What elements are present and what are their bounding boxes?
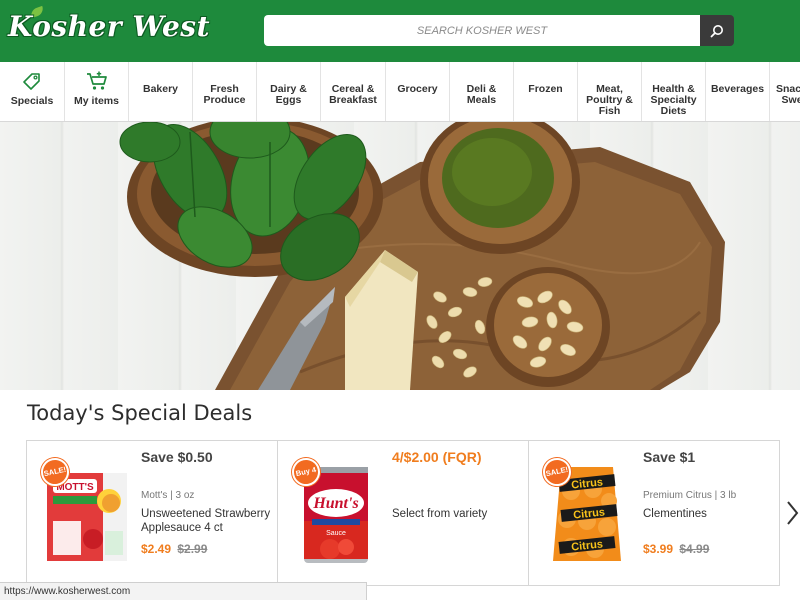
deals-carousel: SALE! MOTT'S Save $0.50 Mott's | 3 oz Un…	[26, 440, 780, 586]
kosher-west-logo[interactable]: Kosher West	[8, 5, 210, 54]
deal-product-name[interactable]: Select from variety	[392, 507, 524, 521]
carousel-next-arrow-icon[interactable]	[784, 496, 800, 530]
nav-label-beverages: Beverages	[710, 83, 765, 95]
nav-item-meat-poultry-fish[interactable]: Meat, Poultry & Fish	[578, 62, 642, 121]
svg-text:Hunt's: Hunt's	[312, 495, 358, 512]
nav-item-deli-meals[interactable]: Deli & Meals	[450, 62, 514, 121]
price-was: $4.99	[679, 542, 710, 556]
deal-headline: Save $1	[643, 449, 696, 465]
nav-label-cereal-breakfast: Cereal & Breakfast	[329, 83, 377, 106]
search-input[interactable]	[264, 15, 700, 46]
tag-icon	[23, 70, 41, 92]
nav-item-dairy-eggs[interactable]: Dairy & Eggs	[257, 62, 321, 121]
price-was: $2.99	[177, 542, 208, 556]
deal-card[interactable]: SALE! Citrus Citrus Citrus Save $1 Premi…	[529, 441, 779, 585]
deal-price: $3.99 $4.99	[643, 542, 709, 556]
nav-item-snacks-sweets[interactable]: Snacks & Sweets	[770, 62, 800, 121]
nav-item-my-items[interactable]: My items	[65, 62, 129, 121]
hero-food-illustration	[119, 122, 725, 390]
cart-plus-icon	[86, 70, 108, 92]
nav-label-specials: Specials	[10, 95, 54, 107]
nav-label-deli-meals: Deli & Meals	[466, 83, 497, 106]
hero-banner[interactable]	[0, 122, 800, 390]
browser-status-bar: https://www.kosherwest.com	[0, 582, 367, 600]
nav-item-beverages[interactable]: Beverages	[706, 62, 770, 121]
search-icon	[710, 24, 723, 37]
nav-item-grocery[interactable]: Grocery	[386, 62, 450, 121]
deal-price: $2.49 $2.99	[141, 542, 207, 556]
nav-item-health-specialty[interactable]: Health & Specialty Diets	[642, 62, 706, 121]
search-bar	[264, 15, 734, 46]
deal-brand-size: Mott's | 3 oz	[141, 490, 195, 501]
site-header: Kosher West	[0, 0, 800, 62]
nav-label-health-specialty: Health & Specialty Diets	[650, 83, 697, 117]
nav-item-fresh-produce[interactable]: Fresh Produce	[193, 62, 257, 121]
nav-label-meat-poultry-fish: Meat, Poultry & Fish	[586, 83, 633, 117]
deal-product-name[interactable]: Clementines	[643, 507, 775, 521]
nav-item-cereal-breakfast[interactable]: Cereal & Breakfast	[321, 62, 386, 121]
deals-section-title: Today's Special Deals	[27, 401, 253, 425]
nav-label-snacks-sweets: Snacks & Sweets	[776, 83, 800, 106]
nav-label-bakery: Bakery	[142, 83, 179, 95]
deal-headline: Save $0.50	[141, 449, 213, 465]
nav-label-dairy-eggs: Dairy & Eggs	[270, 83, 307, 106]
svg-text:Sauce: Sauce	[326, 530, 346, 537]
deal-card[interactable]: Buy 4 Hunt's Sauce 4/$2.00 (FQR) Select …	[278, 441, 529, 585]
nav-item-frozen[interactable]: Frozen	[514, 62, 578, 121]
nav-item-bakery[interactable]: Bakery	[129, 62, 193, 121]
nav-item-specials[interactable]: Specials	[0, 62, 65, 121]
price-now: $3.99	[643, 542, 674, 556]
app-root: Kosher West Specials	[0, 0, 800, 600]
nav-label-fresh-produce: Fresh Produce	[203, 83, 246, 106]
nav-label-frozen: Frozen	[528, 83, 563, 95]
deal-card[interactable]: SALE! MOTT'S Save $0.50 Mott's | 3 oz Un…	[27, 441, 278, 585]
price-now: $2.49	[141, 542, 172, 556]
nav-label-grocery: Grocery	[397, 83, 438, 95]
logo-text: Kosher West	[8, 10, 211, 43]
category-nav: Specials My items Bakery Fresh Produce D…	[0, 62, 800, 122]
deal-product-name[interactable]: Unsweetened Strawberry Applesauce 4 ct	[141, 507, 273, 535]
search-button[interactable]	[700, 15, 734, 46]
deal-headline: 4/$2.00 (FQR)	[392, 449, 482, 465]
nav-label-my-items: My items	[74, 95, 119, 107]
deal-brand-size: Premium Citrus | 3 lb	[643, 490, 737, 501]
